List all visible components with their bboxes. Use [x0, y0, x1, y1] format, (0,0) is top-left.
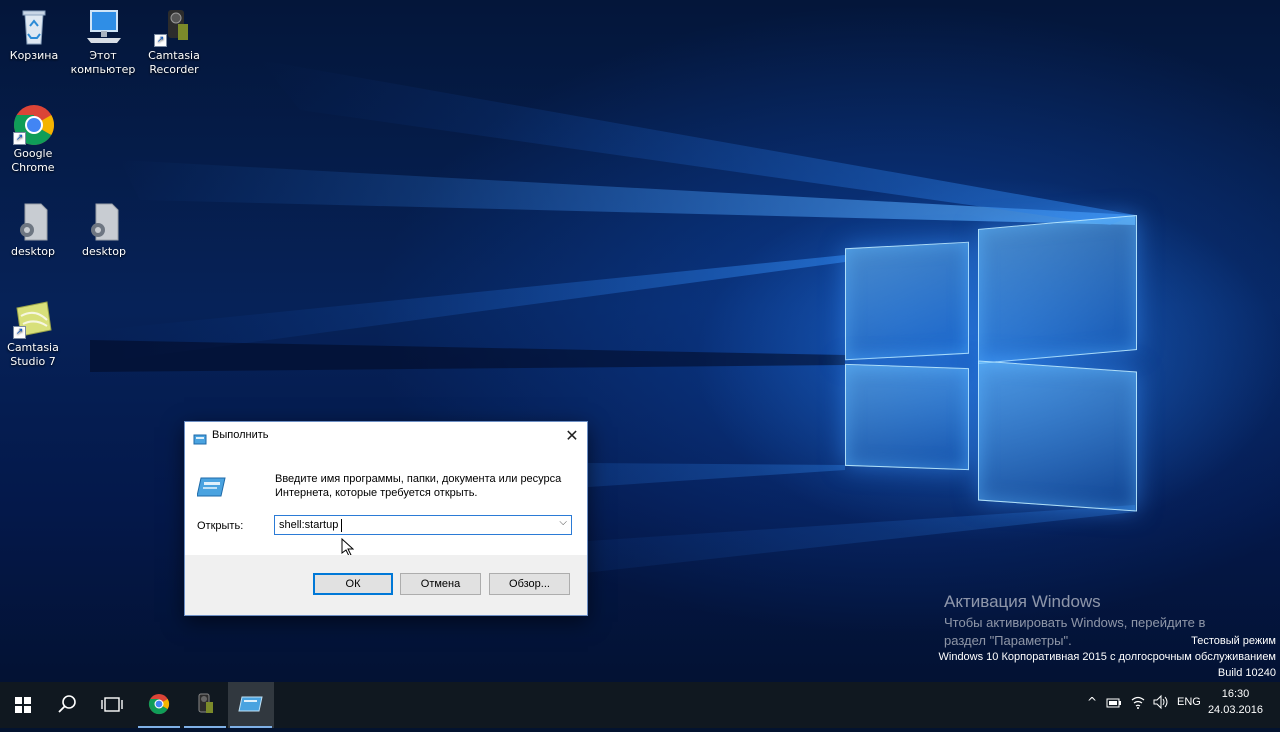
desktop-background: Корзина Этот компьютер ↗ Camtasia Record… [0, 0, 1280, 682]
open-label: Открыть: [197, 520, 244, 532]
search-icon [58, 695, 76, 713]
desktop-icon-label: Camtasia [148, 49, 200, 62]
chrome-icon [148, 694, 170, 715]
network-icon[interactable] [1130, 694, 1146, 713]
desktop-icon-label: Google [13, 147, 53, 160]
close-button[interactable]: ✕ [557, 422, 587, 451]
run-dialog-footer: ОК Отмена Обзор... [185, 555, 587, 615]
shortcut-arrow-icon: ↗ [13, 132, 26, 145]
text-caret [341, 519, 342, 532]
ok-button[interactable]: ОК [313, 573, 393, 595]
run-dialog-body: Введите имя программы, папки, документа … [185, 451, 587, 557]
activation-watermark-line2: раздел "Параметры". [944, 633, 1072, 648]
taskbar: ^ ENG 16:30 24.03.2016 [0, 682, 1280, 728]
desktop-icon-label: Chrome [11, 161, 55, 174]
windows-edition-text: Windows 10 Корпоративная 2015 с долгосро… [938, 651, 1277, 663]
desktop-icon-label: Camtasia [7, 341, 59, 354]
run-dialog-titlebar[interactable]: Выполнить ✕ [185, 422, 587, 451]
windows-logo-pane-bottom-right [978, 360, 1137, 512]
recycle-bin-icon [14, 6, 54, 46]
run-dialog-title: Выполнить [212, 429, 269, 441]
desktop-icon-camtasia-studio[interactable]: ↗ Camtasia Studio 7 [0, 298, 68, 369]
desktop-icon-desktop-ini-2[interactable]: desktop [69, 202, 139, 259]
desktop-icon-label: Корзина [9, 49, 59, 62]
run-icon [238, 696, 263, 712]
desktop-icon-label: компьютер [70, 63, 136, 76]
desktop-icon-label: Studio 7 [10, 355, 56, 368]
desktop-icon-google-chrome[interactable]: ↗ Google Chrome [0, 104, 68, 175]
browse-button[interactable]: Обзор... [489, 573, 570, 595]
camtasia-studio-icon: ↗ [13, 298, 53, 339]
this-pc-icon [83, 6, 123, 46]
settings-file-icon [84, 202, 124, 242]
task-view-button[interactable] [89, 682, 135, 728]
shortcut-arrow-icon: ↗ [13, 326, 26, 339]
clock[interactable]: 16:30 24.03.2016 [1208, 686, 1263, 718]
windows-logo-pane-top-right [978, 215, 1137, 364]
activation-watermark-title: Активация Windows [944, 592, 1101, 611]
desktop-icon-camtasia-recorder[interactable]: ↗ Camtasia Recorder [139, 6, 209, 77]
open-input-value[interactable]: shell:startup [279, 519, 338, 531]
start-button[interactable] [0, 682, 46, 728]
windows-logo-pane-top-left [845, 241, 969, 361]
desktop-icon-label: desktop [11, 245, 55, 258]
clock-time: 16:30 [1221, 688, 1250, 700]
desktop-icon-this-pc[interactable]: Этот компьютер [68, 6, 138, 77]
run-icon [193, 430, 207, 445]
build-number-text: Build 10240 [1217, 667, 1276, 679]
taskbar-camtasia-recorder[interactable] [182, 682, 228, 728]
settings-file-icon [13, 202, 53, 242]
run-program-icon [196, 474, 227, 498]
task-view-icon [101, 697, 123, 712]
taskbar-chrome[interactable] [136, 682, 182, 728]
camtasia-recorder-icon [198, 693, 213, 713]
search-button[interactable] [44, 682, 90, 728]
desktop-icon-desktop-ini-1[interactable]: desktop [0, 202, 68, 259]
taskbar-run[interactable] [228, 682, 274, 728]
desktop-icon-label: desktop [82, 245, 126, 258]
volume-icon[interactable] [1152, 694, 1170, 713]
chevron-down-icon[interactable]: ⌵ [559, 517, 567, 528]
desktop-icon-recycle-bin[interactable]: Корзина [0, 6, 69, 63]
test-mode-text: Тестовый режим [1191, 635, 1276, 647]
desktop-icon-label: Recorder [149, 63, 199, 76]
language-indicator[interactable]: ENG [1177, 696, 1201, 708]
open-combobox[interactable]: shell:startup ⌵ [274, 515, 572, 535]
camtasia-recorder-icon: ↗ [154, 6, 194, 47]
windows-start-icon [15, 697, 31, 713]
windows-logo-pane-bottom-left [845, 363, 969, 471]
chrome-icon: ↗ [13, 104, 54, 145]
cancel-button[interactable]: Отмена [400, 573, 481, 595]
run-dialog: Выполнить ✕ Введите имя программы, папки… [184, 421, 588, 616]
activation-watermark-line1: Чтобы активировать Windows, перейдите в [944, 615, 1206, 630]
desktop-icon-label: Этот [89, 49, 117, 62]
run-dialog-description: Введите имя программы, папки, документа … [275, 473, 562, 499]
battery-icon[interactable] [1106, 697, 1122, 712]
clock-date: 24.03.2016 [1207, 704, 1263, 716]
shortcut-arrow-icon: ↗ [154, 34, 167, 47]
tray-chevron-icon[interactable]: ^ [1087, 695, 1097, 709]
